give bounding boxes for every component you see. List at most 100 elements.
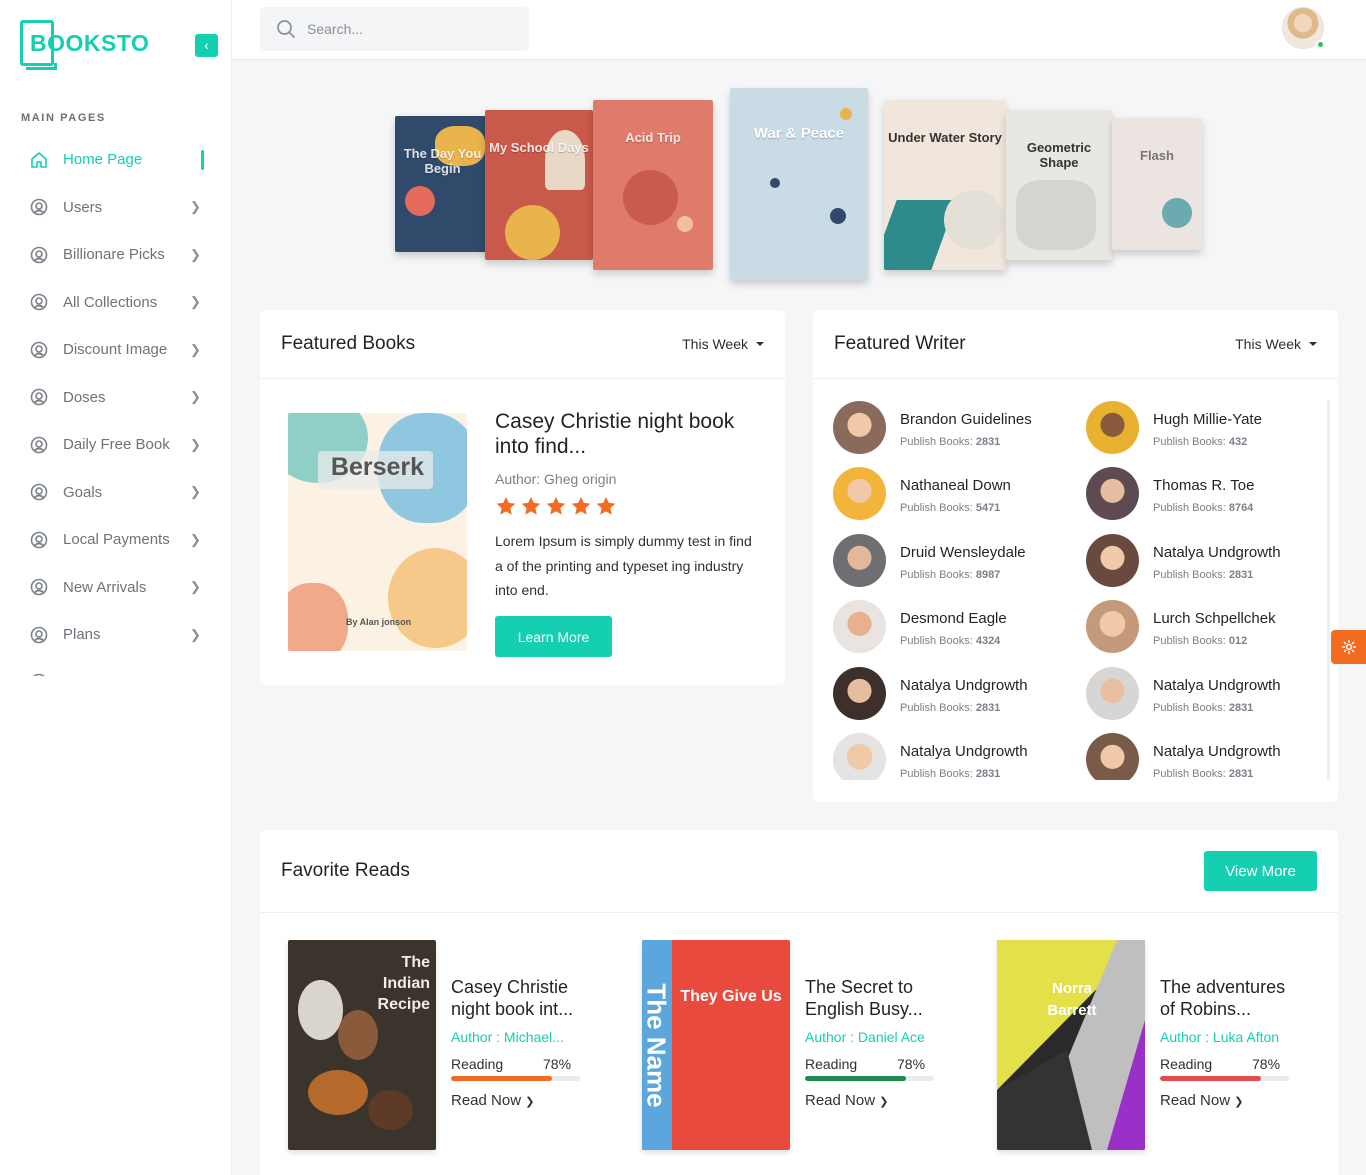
book-author: Author : Michael... <box>451 1029 564 1045</box>
writer-list-scrollbar[interactable] <box>1327 399 1330 780</box>
chevron-right-icon: ❯ <box>190 579 201 595</box>
learn-more-button[interactable]: Learn More <box>495 616 612 657</box>
period-dropdown[interactable]: This Week <box>682 336 764 352</box>
brand-name: BOOKSTO <box>30 30 150 56</box>
progress-fill <box>805 1076 906 1081</box>
sidebar-item-local-payments[interactable]: Local Payments ❯ <box>0 516 232 564</box>
writer-item[interactable]: Natalya Undgrowth Publish Books: 2831 <box>1086 733 1326 780</box>
chevron-right-icon: ❯ <box>190 294 201 310</box>
writer-book-count: Publish Books: 2831 <box>1153 702 1254 714</box>
avatar <box>833 600 886 653</box>
sidebar-item-discount-image[interactable]: Discount Image ❯ <box>0 326 232 374</box>
writer-item[interactable]: Thomas R. Toe Publish Books: 8764 <box>1086 467 1326 523</box>
star-icon <box>546 496 566 515</box>
carousel-book[interactable]: My School Days <box>485 110 593 260</box>
writer-book-count: Publish Books: 2831 <box>900 436 1001 448</box>
writer-name: Hugh Millie-Yate <box>1153 411 1262 428</box>
writer-name: Natalya Undgrowth <box>900 677 1028 694</box>
read-now-link[interactable]: Read Now ❯ <box>451 1092 534 1109</box>
user-circle-icon <box>30 198 48 216</box>
carousel-book-title: War & Peace <box>753 125 845 142</box>
book-title[interactable]: The adventures of Robins... <box>1160 976 1300 1020</box>
sidebar-item-label: Billionare Picks <box>63 246 165 264</box>
book-cover[interactable]: The Name They Give Us <box>642 940 790 1150</box>
sidebar-item-daily-free-book[interactable]: Daily Free Book ❯ <box>0 421 232 469</box>
writer-book-count: Publish Books: 2831 <box>1153 768 1254 780</box>
star-icon <box>571 496 591 515</box>
gear-icon <box>1341 639 1356 655</box>
sidebar-item-new-arrivals[interactable]: New Arrivals ❯ <box>0 564 232 612</box>
writer-item[interactable]: Brandon Guidelines Publish Books: 2831 <box>833 401 1073 457</box>
search-input[interactable] <box>307 21 507 37</box>
sidebar-item-home-page[interactable]: Home Page <box>0 136 232 184</box>
carousel-book[interactable]: Geometric Shape <box>1006 110 1112 260</box>
sidebar-item-label: Daily Free Book <box>63 436 170 454</box>
dropdown-label: This Week <box>682 336 748 352</box>
reading-label: Reading <box>805 1056 858 1072</box>
collapse-sidebar-button[interactable]: ‹ <box>195 34 218 57</box>
period-dropdown[interactable]: This Week <box>1235 336 1317 352</box>
sidebar-item-doses[interactable]: Doses ❯ <box>0 374 232 422</box>
writer-item[interactable]: Desmond Eagle Publish Books: 4324 <box>833 600 1073 656</box>
carousel-book[interactable]: Acid Trip <box>593 100 713 270</box>
sidebar-item-label: Users <box>63 198 103 216</box>
online-status-dot <box>1316 40 1325 49</box>
search-bar[interactable] <box>260 7 529 51</box>
reading-progress-bar <box>451 1076 580 1081</box>
writer-name: Natalya Undgrowth <box>1153 677 1281 694</box>
writer-item[interactable]: Nathaneal Down Publish Books: 5471 <box>833 467 1073 523</box>
book-cover[interactable]: The Indian Recipe <box>288 940 436 1150</box>
card-header: Featured Books This Week <box>260 310 785 379</box>
reading-percent: 78% <box>1252 1056 1281 1072</box>
writer-item[interactable]: Natalya Undgrowth Publish Books: 2831 <box>833 733 1073 780</box>
sidebar-item-label: Goals <box>63 483 103 501</box>
writer-book-count: Publish Books: 012 <box>1153 635 1248 647</box>
sidebar-item-users[interactable]: Users ❯ <box>0 184 232 232</box>
view-more-button[interactable]: View More <box>1204 851 1317 891</box>
rating-stars <box>495 495 620 517</box>
writer-book-count: Publish Books: 432 <box>1153 436 1248 448</box>
sidebar-item-plans[interactable]: Plans ❯ <box>0 611 232 659</box>
writer-item[interactable]: Lurch Schpellchek Publish Books: 012 <box>1086 600 1326 656</box>
avatar <box>1086 733 1139 780</box>
carousel-book[interactable]: War & Peace <box>730 88 868 280</box>
carousel-book[interactable]: Flash <box>1112 118 1202 250</box>
writer-name: Thomas R. Toe <box>1153 477 1255 494</box>
book-cover[interactable]: Norra Barrett <box>997 940 1145 1150</box>
writer-item[interactable]: Druid Wensleydale Publish Books: 8987 <box>833 534 1073 590</box>
chevron-right-icon: ❯ <box>190 389 201 405</box>
user-circle-icon <box>30 531 48 549</box>
book-author: Author: Gheg origin <box>495 471 617 487</box>
avatar <box>1086 667 1139 720</box>
sidebar-item-partial[interactable] <box>0 659 232 676</box>
writer-item[interactable]: Natalya Undgrowth Publish Books: 2831 <box>1086 534 1326 590</box>
star-icon <box>496 496 516 515</box>
writer-name: Natalya Undgrowth <box>1153 544 1281 561</box>
user-circle-icon <box>30 436 48 454</box>
book-title[interactable]: Casey Christie night book int... <box>451 976 591 1020</box>
read-now-link[interactable]: Read Now ❯ <box>805 1092 888 1109</box>
carousel-book-title: Under Water Story <box>888 130 1002 145</box>
read-now-link[interactable]: Read Now ❯ <box>1160 1092 1243 1109</box>
chevron-right-icon: ❯ <box>190 199 201 215</box>
reading-progress-bar <box>1160 1076 1289 1081</box>
avatar <box>1086 467 1139 520</box>
brand-logo[interactable]: BOOKSTO <box>20 20 160 70</box>
carousel-book[interactable]: The Day You Begin <box>395 116 490 252</box>
sidebar-item-all-collections[interactable]: All Collections ❯ <box>0 279 232 327</box>
book-description: Lorem Ipsum is simply dummy test in find… <box>495 533 752 598</box>
settings-button[interactable] <box>1331 630 1366 664</box>
sidebar-item-label: New Arrivals <box>63 578 147 596</box>
carousel-book[interactable]: Under Water Story <box>884 100 1006 270</box>
sidebar-item-goals[interactable]: Goals ❯ <box>0 469 232 517</box>
writer-item[interactable]: Natalya Undgrowth Publish Books: 2831 <box>833 667 1073 723</box>
book-cover[interactable]: Berserk By Alan jonson <box>288 413 467 651</box>
writer-item[interactable]: Hugh Millie-Yate Publish Books: 432 <box>1086 401 1326 457</box>
user-circle-icon <box>30 483 48 501</box>
sidebar-nav: Home Page Users ❯ Billionare Picks ❯ All… <box>0 136 232 676</box>
chevron-right-icon: ❯ <box>190 484 201 500</box>
sidebar-item-billionare-picks[interactable]: Billionare Picks ❯ <box>0 231 232 279</box>
writer-item[interactable]: Natalya Undgrowth Publish Books: 2831 <box>1086 667 1326 723</box>
book-title[interactable]: Casey Christie night book into find... <box>495 409 755 459</box>
book-title[interactable]: The Secret to English Busy... <box>805 976 945 1020</box>
